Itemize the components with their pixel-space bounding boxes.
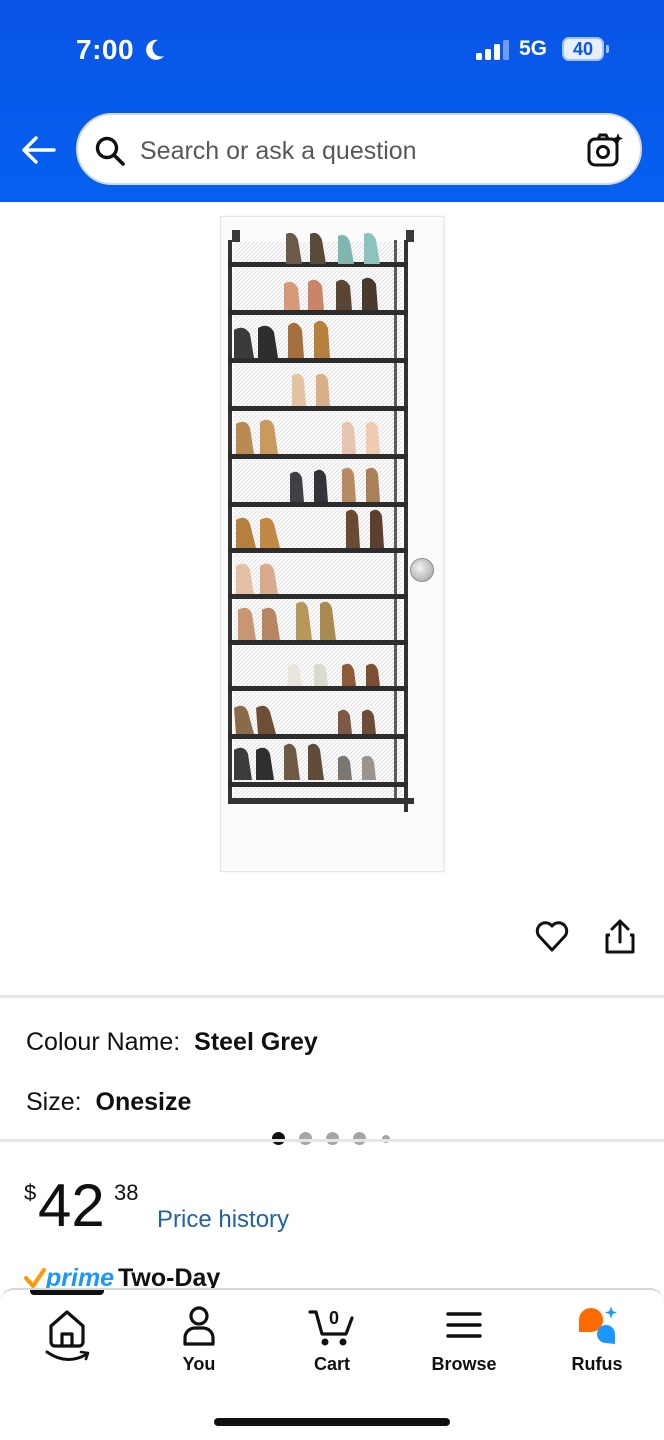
camera-icon[interactable]	[586, 131, 624, 169]
nav-cart[interactable]: 0 Cart	[277, 1302, 387, 1386]
cart-count: 0	[329, 1308, 339, 1328]
network-type: 5G	[519, 37, 548, 60]
size-row: Size: Onesize	[26, 1088, 191, 1117]
nav-you-label: You	[182, 1354, 216, 1374]
colour-label: Colour Name:	[26, 1028, 181, 1056]
home-icon	[45, 1310, 90, 1361]
divider	[0, 995, 664, 998]
price-history-link[interactable]: Price history	[157, 1206, 289, 1234]
size-label: Size:	[26, 1088, 82, 1116]
price-currency: $	[24, 1180, 37, 1205]
nav-rufus[interactable]: Rufus	[542, 1302, 652, 1386]
search-icon	[95, 136, 125, 166]
colour-row: Colour Name: Steel Grey	[26, 1028, 318, 1057]
prime-check-icon	[24, 1268, 46, 1288]
cellular-signal-icon	[476, 40, 509, 60]
search-input[interactable]: Search or ask a question	[140, 137, 417, 166]
size-value: Onesize	[95, 1088, 192, 1116]
battery-level: 40	[572, 39, 594, 59]
prime-logo: prime	[46, 1264, 115, 1290]
focus-moon-icon	[146, 39, 164, 60]
nav-home[interactable]	[12, 1302, 122, 1386]
nav-browse-label: Browse	[431, 1354, 497, 1374]
delivery-speed: Two-Day	[118, 1264, 221, 1290]
active-tab-indicator	[30, 1290, 104, 1295]
bottom-nav: You 0 Cart Browse Rufus	[0, 1288, 664, 1440]
price-whole: 42	[38, 1172, 105, 1239]
status-bar: 7:00 5G 40	[0, 30, 664, 72]
back-arrow-icon[interactable]	[18, 132, 58, 168]
search-bar[interactable]: Search or ask a question	[76, 113, 642, 185]
cart-icon: 0	[308, 1308, 354, 1346]
nav-rufus-label: Rufus	[571, 1354, 623, 1374]
nav-you[interactable]: You	[144, 1302, 254, 1386]
app-header: 7:00 5G 40 Search or ask a question	[0, 0, 664, 202]
prime-delivery: prime Two-Day	[24, 1262, 324, 1290]
rufus-icon	[579, 1306, 617, 1344]
home-indicator	[214, 1418, 450, 1426]
divider	[0, 1139, 664, 1142]
shoe-rack-illustration	[228, 230, 414, 812]
share-icon[interactable]	[602, 918, 638, 956]
status-time: 7:00	[76, 34, 135, 65]
battery-icon: 40	[562, 37, 610, 61]
price-fraction: 38	[114, 1180, 139, 1205]
heart-icon[interactable]	[534, 918, 570, 954]
nav-browse[interactable]: Browse	[409, 1302, 519, 1386]
product-image-gallery[interactable]	[0, 202, 664, 1145]
nav-cart-label: Cart	[313, 1354, 350, 1374]
menu-icon	[446, 1312, 482, 1338]
colour-value: Steel Grey	[194, 1028, 318, 1056]
person-icon	[183, 1306, 215, 1346]
